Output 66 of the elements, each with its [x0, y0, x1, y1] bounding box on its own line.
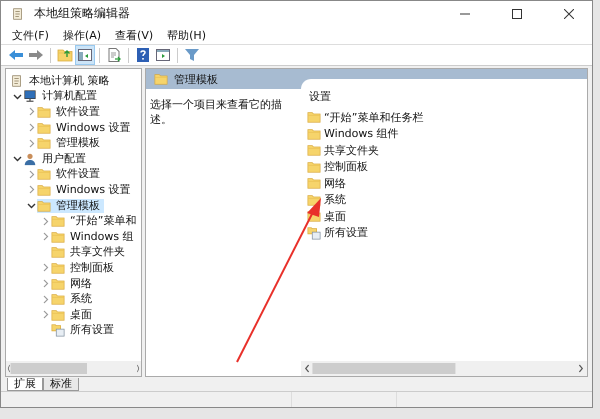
setting-item[interactable]: 控制面板 [307, 158, 368, 175]
tree-item[interactable]: 系统 [51, 292, 96, 306]
document-icon [10, 74, 24, 88]
horizontal-scrollbar[interactable] [301, 361, 587, 376]
setting-item[interactable]: Windows 组件 [307, 126, 399, 142]
settings-folder-icon [51, 323, 65, 338]
tree-item[interactable]: 软件设置 [37, 104, 104, 119]
tree-item[interactable]: 管理模板 [37, 136, 104, 150]
window-title: 本地组策略编辑器 [34, 5, 131, 22]
folder-icon [51, 276, 65, 291]
tree-item[interactable]: 桌面 [51, 308, 96, 322]
folder-icon [37, 136, 51, 150]
tree-item[interactable]: Windows 设置 [37, 182, 135, 197]
folder-icon [37, 198, 51, 213]
computer-icon [23, 89, 37, 104]
pane-header: 管理模板 [174, 72, 218, 86]
folder-icon [37, 120, 51, 135]
folder-icon [37, 182, 51, 197]
folder-icon [37, 167, 51, 182]
properties-pane-icon[interactable] [154, 46, 172, 64]
tree-item[interactable]: 软件设置 [37, 167, 104, 182]
tree-item[interactable]: 用户配置 [23, 152, 90, 166]
folder-icon [51, 245, 65, 260]
folder-icon [51, 260, 65, 275]
view-tab[interactable]: 标准 [43, 378, 79, 391]
tree-item[interactable]: 共享文件夹 [51, 245, 129, 260]
tree-item[interactable]: 计算机配置 [23, 89, 101, 104]
tree-item[interactable]: Windows 设置 [37, 120, 135, 135]
setting-item[interactable]: 所有设置 [307, 224, 368, 241]
folder-icon [51, 230, 65, 244]
tree-item[interactable]: 管理模板 [37, 198, 104, 213]
folder-icon [307, 126, 321, 141]
setting-item[interactable]: “开始”菜单和任务栏 [307, 109, 424, 126]
folder-icon [51, 292, 65, 306]
folder-icon [51, 308, 65, 322]
folder-icon [307, 176, 321, 190]
user-icon [23, 152, 37, 166]
menu-item[interactable]: 帮助(H) [162, 28, 211, 42]
menu-item[interactable]: 查看(V) [110, 28, 158, 42]
folder-icon [307, 160, 321, 174]
help-icon[interactable] [134, 46, 152, 64]
tree-item[interactable]: 本地计算机 策略 [10, 74, 114, 88]
tree-item[interactable]: 网络 [51, 276, 96, 291]
setting-item[interactable]: 网络 [307, 175, 346, 192]
menu-item[interactable]: 文件(F) [7, 28, 54, 42]
tree-item[interactable]: “开始”菜单和 [51, 214, 140, 228]
column-header: 设置 [309, 90, 331, 103]
folder-icon [154, 72, 168, 86]
maximize-icon[interactable] [512, 8, 522, 18]
view-tab[interactable]: 扩展 [7, 378, 43, 391]
horizontal-scrollbar[interactable] [6, 361, 141, 376]
settings-folder-icon [307, 226, 321, 240]
folder-icon [307, 143, 321, 158]
document-icon [11, 6, 25, 20]
folder-icon [307, 110, 321, 124]
folder-icon [51, 214, 65, 228]
tree-pane-icon[interactable] [76, 46, 94, 64]
description-text: 选择一个项目来查看它的描述。 [149, 97, 283, 128]
menu-item[interactable]: 操作(A) [58, 28, 106, 42]
folder-icon [37, 104, 51, 119]
tree-item[interactable]: Windows 组 [51, 230, 138, 244]
close-icon[interactable] [564, 8, 574, 18]
tree-item[interactable]: 所有设置 [51, 323, 118, 338]
setting-item[interactable]: 共享文件夹 [307, 142, 379, 158]
filter-icon[interactable] [183, 46, 201, 64]
tree-item[interactable]: 控制面板 [51, 260, 118, 275]
